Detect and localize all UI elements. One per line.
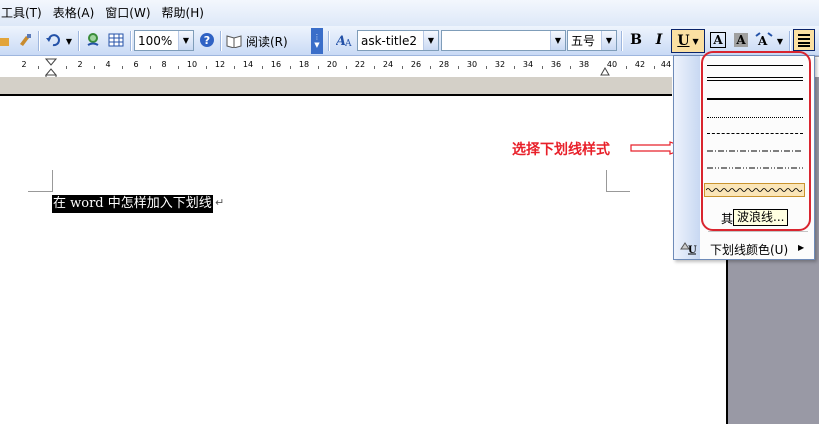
selected-text[interactable]: 在 word 中怎样加入下划线	[52, 195, 213, 213]
chevron-down-icon: ▼	[423, 31, 438, 50]
menu-table[interactable]: 表格(A)	[50, 0, 103, 26]
underline-label: U	[677, 33, 690, 49]
ruler-number: 14	[242, 60, 254, 69]
underline-color-item[interactable]: 下划线颜色(U)	[710, 241, 788, 258]
ruler-number: 2	[21, 60, 27, 69]
annotation-highlight-oval	[701, 51, 811, 231]
paragraph-mark-icon: ↵	[215, 196, 225, 209]
help-icon[interactable]: ?	[196, 29, 218, 51]
char-scaling-icon[interactable]: A	[753, 29, 775, 51]
ruler-number: 30	[466, 60, 478, 69]
ruler-number: 6	[133, 60, 139, 69]
toolbar-options-icon[interactable]: ⋮ ▼	[311, 28, 323, 54]
table-icon[interactable]	[105, 29, 127, 51]
svg-text:A: A	[757, 34, 768, 48]
ruler-number: 40	[606, 60, 618, 69]
underline-color-icon: U	[679, 239, 697, 258]
crop-mark	[28, 191, 52, 192]
ruler-number: 32	[494, 60, 506, 69]
char-border-icon[interactable]: A	[707, 29, 729, 51]
ruler-number: 18	[298, 60, 310, 69]
undo-dropdown-icon[interactable]: ▼	[64, 29, 74, 53]
ruler-number: 10	[186, 60, 198, 69]
char-shading-icon[interactable]: A	[730, 29, 752, 51]
svg-text:?: ?	[204, 34, 210, 47]
zoom-value: 100%	[138, 33, 173, 48]
align-justify-icon[interactable]	[793, 29, 815, 51]
italic-button[interactable]: I	[648, 29, 670, 51]
ruler-number: 20	[326, 60, 338, 69]
svg-text:A: A	[344, 39, 352, 48]
ruler-number: 34	[522, 60, 534, 69]
chevron-down-icon: ▼	[550, 31, 565, 50]
ruler-number: 12	[214, 60, 226, 69]
document-page[interactable]	[0, 96, 728, 424]
ruler-number: 8	[161, 60, 167, 69]
ruler-number: 4	[105, 60, 111, 69]
reading-mode-label: 阅读(R)	[246, 34, 288, 49]
submenu-arrow-icon: ▶	[798, 243, 805, 252]
crop-mark	[52, 170, 53, 192]
indent-marker-icon[interactable]	[45, 58, 57, 78]
bold-button[interactable]: B	[625, 29, 647, 51]
ruler-number: 2	[77, 60, 83, 69]
menu-bar: 工具(T) 表格(A) 窗口(W) 帮助(H)	[0, 0, 819, 26]
undo-icon[interactable]	[42, 29, 64, 51]
ruler-number: 24	[382, 60, 394, 69]
reading-mode-button[interactable]: 阅读(R)	[226, 29, 314, 53]
font-size-select[interactable]: 五号 ▼	[567, 30, 617, 51]
format-painter-icon[interactable]	[14, 29, 36, 51]
styles-formatting-icon[interactable]: AA	[334, 29, 356, 51]
ruler-number: 16	[270, 60, 282, 69]
annotation-label: 选择下划线样式	[512, 142, 610, 158]
style-select[interactable]: ask-title2 ▼	[357, 30, 439, 51]
chevron-down-icon: ▼	[601, 31, 616, 50]
ruler-number: 26	[410, 60, 422, 69]
zoom-select[interactable]: 100% ▼	[134, 30, 194, 51]
book-icon	[226, 35, 242, 48]
ruler-number: 22	[354, 60, 366, 69]
chevron-down-icon: ▼	[178, 31, 193, 50]
scaling-dropdown-icon[interactable]: ▼	[775, 29, 785, 53]
hyperlink-icon[interactable]	[82, 29, 104, 51]
crop-mark	[606, 191, 630, 192]
style-value: ask-title2	[361, 33, 417, 48]
horizontal-ruler[interactable]: 2 2 4 6 8 10 12 14 16 18 20 22 24 26 28 …	[0, 57, 819, 78]
crop-mark	[606, 170, 607, 192]
underline-button[interactable]: U ▼	[671, 29, 705, 53]
font-name-select[interactable]: ▼	[441, 30, 566, 51]
menu-help[interactable]: 帮助(H)	[159, 0, 212, 26]
font-size-value: 五号	[571, 34, 596, 48]
chevron-down-icon: ▼	[692, 36, 699, 46]
ruler-number: 42	[634, 60, 646, 69]
menu-tools[interactable]: 工具(T)	[0, 0, 50, 26]
menu-window[interactable]: 窗口(W)	[102, 0, 158, 26]
ruler-number: 38	[578, 60, 590, 69]
formatting-toolbar: ▼ 100% ▼ ? 阅读(R) ⋮ ▼ AA ask-title2 ▼ ▼ 五号…	[0, 26, 819, 56]
page-top-margin	[0, 77, 672, 96]
ruler-number: 28	[438, 60, 450, 69]
ruler-number: 44	[660, 60, 672, 69]
ruler-number: 36	[550, 60, 562, 69]
